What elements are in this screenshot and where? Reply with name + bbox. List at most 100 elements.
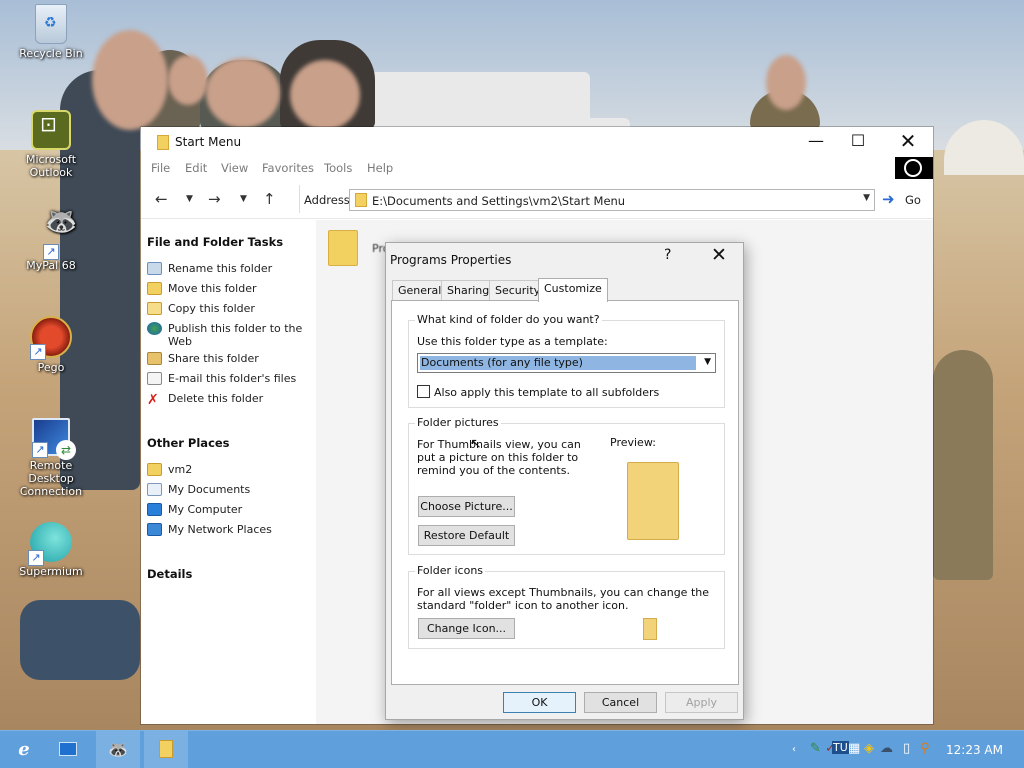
folder-type-group: What kind of folder do you want? Use thi… [408, 313, 725, 408]
folder-icon [328, 230, 358, 266]
up-arrow-icon[interactable]: ↑ [263, 190, 276, 208]
tab-customize[interactable]: Customize [538, 278, 608, 302]
help-button[interactable]: ? [664, 247, 671, 263]
tray-search-icon[interactable]: ⚲ [920, 741, 930, 756]
share-icon [147, 352, 162, 365]
taskbar-mypal[interactable]: 🦝 [96, 731, 140, 768]
supermium-icon: ↗ [28, 522, 72, 566]
desktop-icon-recycle-bin[interactable]: ♻ Recycle Bin [6, 4, 96, 60]
apply-button[interactable]: Apply [665, 692, 738, 713]
tab-sharing[interactable]: Sharing [441, 280, 496, 301]
shortcut-arrow-icon: ↗ [28, 550, 44, 566]
choose-picture-button[interactable]: Choose Picture... [418, 496, 515, 517]
task-copy-folder[interactable]: Copy this folder [147, 302, 312, 316]
desktop-icon-mypal[interactable]: 🦝 ↗ MyPal 68 [6, 209, 96, 272]
tray-usb-icon[interactable]: ▯ [903, 741, 910, 756]
tray-pen-icon[interactable]: ✎ [810, 741, 821, 756]
mouse-cursor-icon: ↖ [470, 436, 482, 452]
folder-icon [147, 463, 162, 476]
menu-favorites[interactable]: Favorites [262, 161, 314, 175]
desktop-icon-label: Supermium [19, 565, 83, 578]
tray-chat-icon[interactable]: ☁ [880, 741, 893, 756]
desktop-icon-remote-desktop[interactable]: ⇄ ↗ Remote Desktop Connection [6, 418, 96, 498]
minimize-button[interactable]: — [793, 127, 839, 157]
wallpaper-cloth [20, 600, 140, 680]
task-publish-web[interactable]: Publish this folder to the Web [147, 322, 312, 348]
place-my-documents[interactable]: My Documents [147, 483, 312, 497]
other-places-header[interactable]: Other Places [147, 436, 230, 450]
navigation-bar: ← ▼ → ▼ ↑ Address E:\Documents and Setti… [141, 179, 933, 219]
place-my-network[interactable]: My Network Places [147, 523, 312, 537]
tab-general[interactable]: General [392, 280, 448, 301]
tray-shield-icon[interactable]: ◈ [864, 741, 874, 756]
taskbar-internet-explorer[interactable]: e [2, 731, 46, 768]
cancel-button[interactable]: Cancel [584, 692, 657, 713]
task-delete-folder[interactable]: ✗ Delete this folder [147, 392, 312, 407]
outlook-icon: ⊡ [31, 110, 71, 150]
wallpaper-face [168, 55, 208, 105]
desktop-icon-label: Pego [37, 361, 65, 374]
wallpaper-face [766, 55, 806, 110]
globe-icon [147, 322, 162, 335]
forward-arrow-icon[interactable]: → [208, 190, 221, 208]
place-my-computer[interactable]: My Computer [147, 503, 312, 517]
brand-circle-icon [904, 159, 922, 177]
desktop-icon-microsoft-outlook[interactable]: ⊡ Microsoft Outlook [6, 110, 96, 179]
back-dropdown-icon[interactable]: ▼ [186, 194, 193, 204]
properties-dialog: Programs Properties ? ✕ General Sharing … [385, 242, 744, 720]
back-arrow-icon[interactable]: ← [155, 190, 168, 208]
restore-default-button[interactable]: Restore Default [418, 525, 515, 546]
task-rename-folder[interactable]: Rename this folder [147, 262, 312, 276]
documents-icon [147, 483, 162, 496]
pego-icon: ↗ [30, 316, 72, 360]
menu-help[interactable]: Help [367, 161, 393, 175]
dialog-close-button[interactable]: ✕ [711, 244, 727, 266]
shortcut-arrow-icon: ↗ [43, 244, 59, 260]
forward-dropdown-icon[interactable]: ▼ [240, 194, 247, 204]
task-share-folder[interactable]: Share this folder [147, 352, 312, 366]
template-label: Use this folder type as a template: [417, 335, 608, 348]
network-icon [147, 523, 162, 536]
task-pane: File and Folder Tasks Rename this folder… [141, 220, 316, 724]
task-move-folder[interactable]: Move this folder [147, 282, 312, 296]
title-bar[interactable]: Start Menu — ☐ ✕ [141, 127, 933, 157]
preview-folder-icon [627, 462, 679, 540]
windows-brand-logo [895, 157, 933, 179]
change-icon-button[interactable]: Change Icon... [418, 618, 515, 639]
apply-subfolders-checkbox[interactable] [417, 385, 430, 398]
wallpaper-person [933, 350, 993, 580]
task-email-files[interactable]: E-mail this folder's files [147, 372, 312, 386]
tray-grid-icon[interactable]: ▦ [848, 741, 860, 756]
taskbar-show-desktop[interactable] [46, 731, 90, 768]
copy-icon [147, 302, 162, 315]
menu-view[interactable]: View [221, 161, 248, 175]
folder-icon [157, 135, 169, 150]
details-header[interactable]: Details [147, 567, 192, 581]
go-button[interactable]: Go [905, 193, 921, 207]
tray-tu-icon[interactable]: TU [832, 741, 849, 754]
raccoon-icon: 🦝 [108, 740, 128, 759]
ok-button[interactable]: OK [503, 692, 576, 713]
address-input[interactable]: E:\Documents and Settings\vm2\Start Menu… [349, 189, 875, 211]
email-icon [147, 372, 162, 385]
menu-file[interactable]: File [151, 161, 170, 175]
shortcut-arrow-icon: ↗ [30, 344, 46, 360]
taskbar-explorer[interactable] [144, 731, 188, 768]
folder-icons-group: Folder icons For all views except Thumbn… [408, 564, 725, 649]
desktop-icon-supermium[interactable]: ↗ Supermium [6, 522, 96, 578]
place-vm2[interactable]: vm2 [147, 463, 312, 477]
folder-type-legend: What kind of folder do you want? [415, 313, 602, 326]
taskbar-clock[interactable]: 12:23 AM [946, 743, 1003, 757]
desktop-icon-pego[interactable]: ↗ Pego [6, 316, 96, 374]
menu-tools[interactable]: Tools [324, 161, 352, 175]
folder-template-select[interactable]: Documents (for any file type) ▼ [417, 353, 716, 373]
chevron-down-icon[interactable]: ▼ [863, 193, 870, 203]
go-arrow-icon[interactable]: ➜ [882, 190, 895, 208]
apply-subfolders-label[interactable]: Also apply this template to all subfolde… [434, 386, 659, 399]
menu-edit[interactable]: Edit [185, 161, 207, 175]
close-button[interactable]: ✕ [885, 127, 931, 157]
maximize-button[interactable]: ☐ [835, 127, 881, 157]
file-folder-tasks-header[interactable]: File and Folder Tasks [147, 235, 283, 249]
tray-chevron-icon[interactable]: ‹ [792, 744, 796, 755]
dialog-title: Programs Properties [390, 253, 512, 267]
